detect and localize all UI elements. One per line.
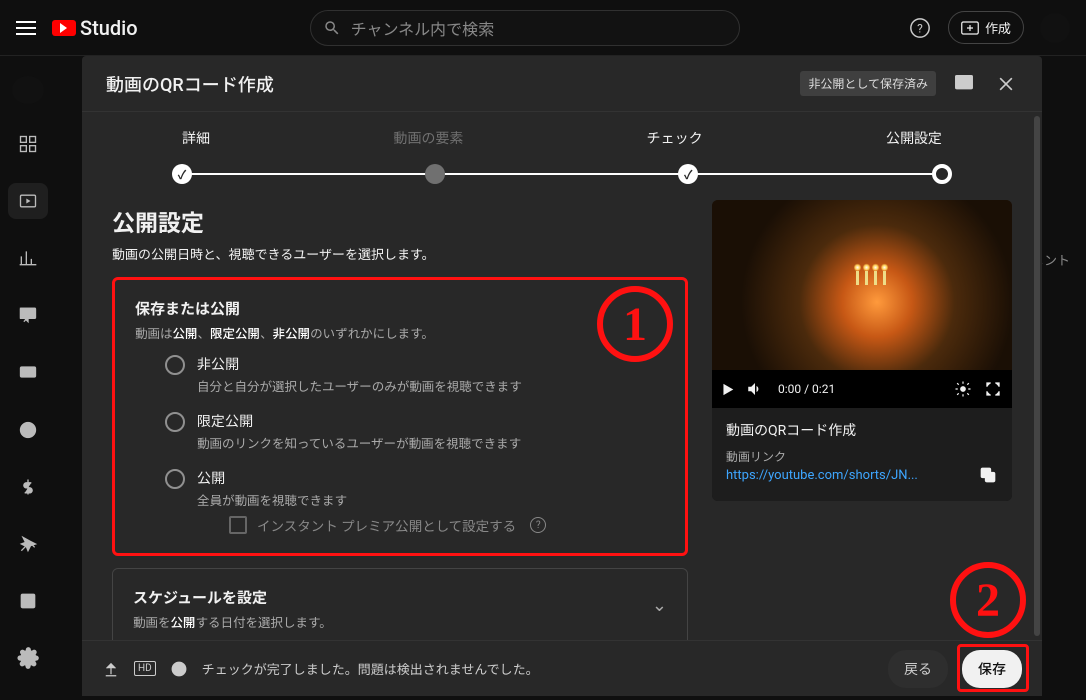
step-node-elements[interactable]: [425, 164, 445, 184]
save-button[interactable]: 保存: [962, 650, 1022, 688]
upload-stepper: 詳細 動画の要素 チェック 公開設定 ✓ ✓: [82, 112, 1042, 190]
checks-ok-icon: [170, 660, 188, 678]
step-visibility-label[interactable]: 公開設定: [886, 128, 942, 148]
nav-audio-library-icon[interactable]: [8, 584, 48, 619]
nav-monetization-icon[interactable]: [8, 469, 48, 504]
nav-subtitles-icon[interactable]: [8, 355, 48, 390]
step-checks-label[interactable]: チェック: [647, 128, 703, 148]
left-nav-rail: [0, 56, 56, 700]
step-node-visibility[interactable]: [932, 164, 952, 184]
visibility-subtext: 動画の公開日時と、視聴できるユーザーを選択します。: [112, 244, 688, 263]
create-plus-icon: [961, 21, 979, 35]
nav-dashboard-icon[interactable]: [8, 126, 48, 161]
radio-unlisted[interactable]: 限定公開 動画のリンクを知っているユーザーが動画を視聴できます: [165, 411, 665, 452]
save-publish-card[interactable]: 1 保存または公開 動画は公開、限定公開、非公開のいずれかにします。 非公開 自…: [112, 277, 688, 556]
nav-comments-icon[interactable]: [8, 298, 48, 333]
save-status-badge: 非公開として保存済み: [800, 71, 936, 96]
channel-search-input[interactable]: チャンネル内で検索: [310, 10, 740, 46]
schedule-title: スケジュールを設定: [133, 587, 332, 608]
nav-customization-icon[interactable]: [8, 526, 48, 561]
upload-status-icon: [102, 660, 120, 678]
volume-icon[interactable]: [746, 380, 764, 398]
radio-circle-icon: [165, 469, 185, 489]
channel-avatar[interactable]: [12, 76, 44, 104]
step-node-checks[interactable]: ✓: [678, 164, 698, 184]
create-button[interactable]: 作成: [948, 11, 1024, 44]
player-settings-icon[interactable]: [954, 380, 972, 398]
schedule-card[interactable]: スケジュールを設定 動画を公開する日付を選択します。 ⌄: [112, 568, 688, 640]
dialog-footer: HD チェックが完了しました。問題は検出されませんでした。 戻る 保存: [82, 640, 1042, 696]
chevron-down-icon: ⌄: [652, 595, 667, 616]
nav-analytics-icon[interactable]: [8, 241, 48, 276]
dialog-title: 動画のQRコード作成: [106, 71, 274, 97]
nav-content-icon[interactable]: [8, 183, 48, 218]
save-publish-title: 保存または公開: [135, 298, 665, 319]
video-link-label: 動画リンク: [726, 448, 998, 465]
video-thumbnail[interactable]: [712, 200, 1012, 370]
copy-link-icon[interactable]: [978, 465, 998, 485]
youtube-play-icon: [52, 20, 76, 36]
premiere-label: インスタント プレミア公開として設定する: [257, 515, 516, 535]
radio-circle-icon: [165, 412, 185, 432]
svg-text:?: ?: [917, 21, 923, 35]
step-elements-label[interactable]: 動画の要素: [393, 128, 463, 148]
radio-private[interactable]: 非公開 自分と自分が選択したユーザーのみが動画を視聴できます: [165, 354, 665, 395]
search-icon: [323, 19, 341, 37]
premiere-checkbox[interactable]: [229, 516, 247, 534]
radio-public[interactable]: 公開 全員が動画を視聴できます インスタント プレミア公開として設定する ?: [165, 468, 665, 535]
video-upload-dialog: 動画のQRコード作成 非公開として保存済み 詳細 動画の要素 チェック 公開設定…: [82, 56, 1042, 696]
time-display: 0:00 / 0:21: [778, 382, 835, 396]
step-details-label[interactable]: 詳細: [182, 128, 210, 148]
account-avatar[interactable]: [1040, 13, 1070, 43]
back-button[interactable]: 戻る: [888, 650, 948, 688]
search-placeholder: チャンネル内で検索: [351, 16, 495, 40]
play-icon[interactable]: ▶: [722, 381, 734, 398]
nav-copyright-icon[interactable]: [8, 412, 48, 447]
save-publish-desc: 動画は公開、限定公開、非公開のいずれかにします。: [135, 323, 665, 342]
visibility-heading: 公開設定: [112, 204, 688, 238]
video-preview: ▶ 0:00 / 0:21 動画のQRコード作成 動画リンク https://y…: [712, 200, 1012, 501]
feedback-icon[interactable]: [952, 72, 976, 96]
dialog-scrollbar[interactable]: [1034, 116, 1040, 636]
video-link[interactable]: https://youtube.com/shorts/JN...: [726, 468, 918, 483]
preview-title: 動画のQRコード作成: [726, 420, 998, 440]
schedule-desc: 動画を公開する日付を選択します。: [133, 612, 332, 631]
close-icon[interactable]: [994, 72, 1018, 96]
radio-circle-icon: [165, 355, 185, 375]
premiere-help-icon[interactable]: ?: [530, 517, 546, 533]
brand-text: Studio: [80, 16, 138, 40]
checks-complete-text: チェックが完了しました。問題は検出されませんでした。: [202, 659, 539, 678]
hamburger-menu-icon[interactable]: [16, 21, 36, 35]
fullscreen-icon[interactable]: [984, 380, 1002, 398]
nav-settings-icon[interactable]: [8, 641, 48, 676]
studio-logo[interactable]: Studio: [52, 16, 138, 40]
help-icon[interactable]: ?: [908, 16, 932, 40]
topbar: Studio チャンネル内で検索 ? 作成: [0, 0, 1086, 56]
hd-badge: HD: [134, 661, 156, 676]
step-node-details[interactable]: ✓: [172, 164, 192, 184]
